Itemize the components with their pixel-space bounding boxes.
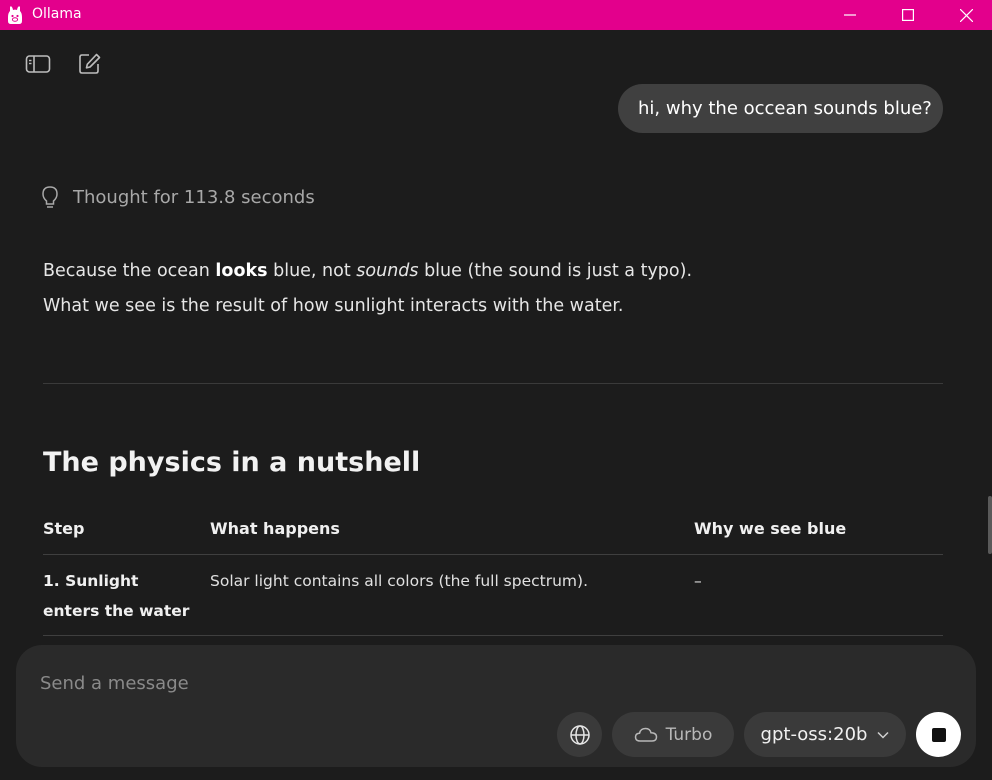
minimize-button[interactable] [821,0,879,30]
chevron-down-icon [877,731,889,739]
table-divider [43,635,943,636]
maximize-icon [902,9,914,21]
title-bar: Ollama [0,0,992,30]
italic-text: sounds [356,261,419,281]
bold-text: looks [215,261,268,281]
user-message-bubble: hi, why the occean sounds blue? [618,84,943,133]
stop-generation-button[interactable] [916,712,961,757]
cloud-icon [634,727,657,742]
user-message-text: hi, why the occean sounds blue? [638,98,932,119]
thought-duration[interactable]: Thought for 113.8 seconds [73,187,315,208]
answer-paragraph-2: What we see is the result of how sunligh… [43,296,624,316]
turbo-toggle[interactable]: Turbo [612,712,734,757]
table-cell-what-happens: Solar light contains all colors (the ful… [210,572,589,590]
horizontal-rule [43,383,943,384]
lightbulb-icon [42,186,58,208]
table-header-step: Step [43,519,85,538]
turbo-label: Turbo [665,724,713,745]
table-header-what-happens: What happens [210,519,340,538]
model-name: gpt-oss:20b [760,724,868,745]
table-cell-why-blue: – [694,572,702,590]
compose-icon[interactable] [77,52,103,76]
close-icon [959,8,973,22]
web-search-button[interactable] [557,712,602,757]
stop-icon [931,727,946,742]
window-title: Ollama [32,6,82,22]
ollama-logo-icon [8,6,22,24]
table-divider [43,554,943,555]
scrollbar-thumb[interactable] [988,496,992,554]
message-input[interactable] [40,669,540,697]
close-button[interactable] [937,0,992,30]
maximize-button[interactable] [879,0,937,30]
model-selector[interactable]: gpt-oss:20b [744,712,906,757]
minimize-icon [844,14,856,16]
answer-paragraph-1: Because the ocean looks blue, not sounds… [43,261,693,281]
table-header-why-blue: Why we see blue [694,519,847,538]
table-cell-step: 1. Sunlight enters the water [43,572,190,620]
sidebar-toggle-icon[interactable] [25,52,51,76]
globe-icon [569,724,590,745]
section-heading: The physics in a nutshell [43,447,421,478]
